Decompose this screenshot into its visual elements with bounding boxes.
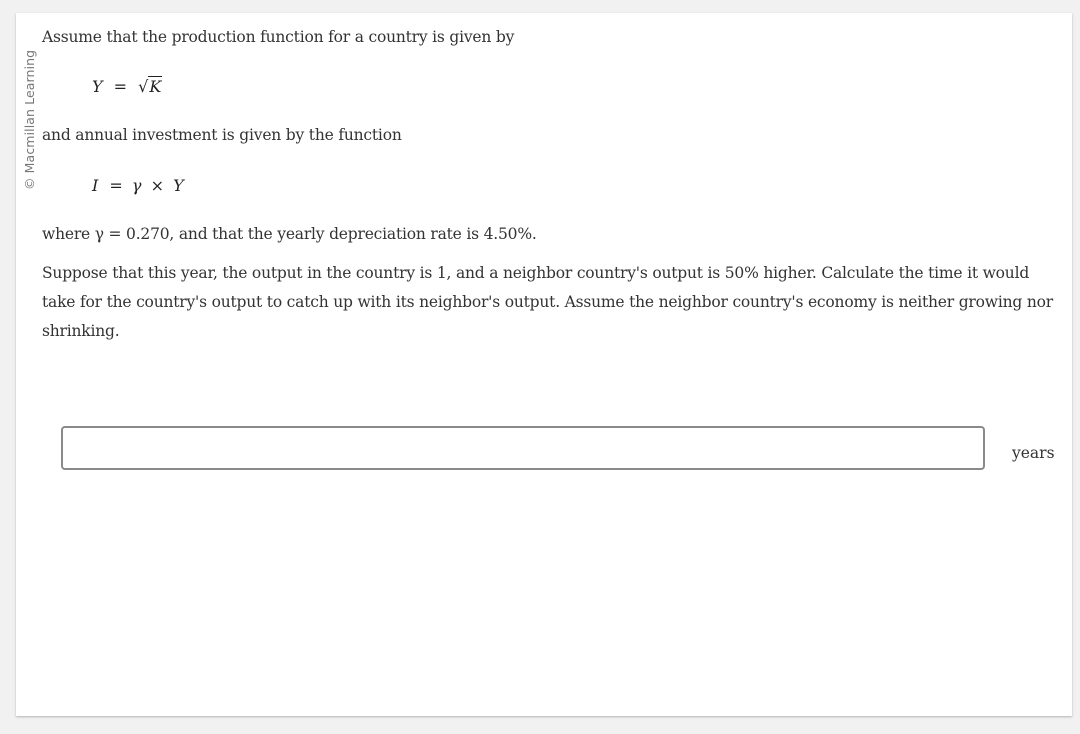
eq-lhs: Y: [92, 77, 103, 96]
eq-radicand: K: [148, 76, 163, 96]
eq-rhs: Y: [173, 176, 184, 195]
parameters-text: where γ = 0.270, and that the yearly dep…: [42, 225, 537, 243]
eq-equals: =: [109, 176, 123, 195]
answer-unit-label: years: [1012, 444, 1055, 462]
intro-text: Assume that the production function for …: [42, 28, 515, 46]
copyright-label: © Macmillan Learning: [22, 49, 37, 190]
question-prompt: Suppose that this year, the output in th…: [42, 264, 1053, 340]
answer-input[interactable]: [61, 426, 985, 470]
sqrt-icon: √: [138, 77, 149, 96]
investment-function-equation: I = γ × Y: [92, 176, 184, 195]
sqrt-expression: √K: [138, 76, 163, 96]
production-function-equation: Y = √K: [92, 76, 163, 96]
investment-intro-text: and annual investment is given by the fu…: [42, 126, 402, 144]
eq-times: ×: [150, 176, 164, 195]
eq-gamma: γ: [131, 176, 142, 195]
eq-lhs: I: [92, 176, 99, 195]
question-card: [16, 13, 1072, 716]
eq-equals: =: [113, 77, 128, 96]
